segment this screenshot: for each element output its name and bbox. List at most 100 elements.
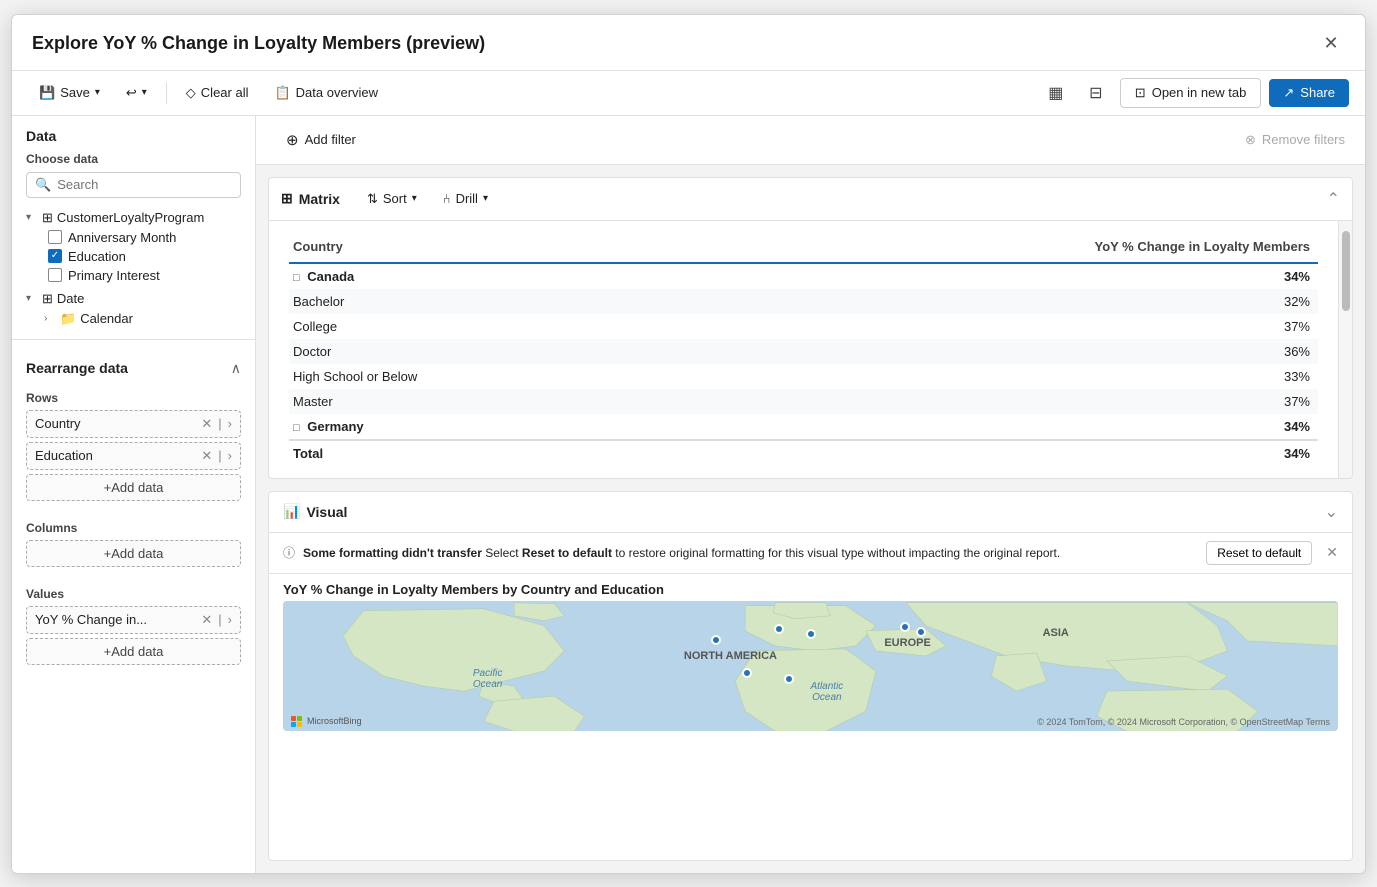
layout2-button[interactable]: ⊟ [1080,77,1112,109]
anniversary-month-item[interactable]: Anniversary Month [44,228,241,247]
tree-children: Anniversary Month Education Primary Inte… [26,228,241,285]
data-overview-label: Data overview [296,85,378,100]
table-row: Master 37% [289,389,1318,414]
map-dot-2 [774,624,784,634]
map-svg [283,601,1338,731]
germany-expand-icon[interactable]: □ [293,422,300,434]
bachelor-label: Bachelor [289,289,674,314]
collapse-matrix-icon[interactable]: ⌃ [1327,189,1340,209]
choose-data-title: Choose data [26,152,241,166]
tree-date[interactable]: ▾ ⊞ Date [26,289,241,309]
total-label: Total [289,440,674,466]
save-button[interactable]: 💾 Save ▾ [28,79,111,107]
notice-close-icon[interactable]: ✕ [1326,544,1338,561]
canada-value: 34% [674,263,1318,289]
undo-icon: ↩ [126,85,137,101]
collapse-icon[interactable]: ∧ [231,360,241,377]
primary-interest-item[interactable]: Primary Interest [44,266,241,285]
scroll-thumb[interactable] [1342,231,1350,311]
customer-loyalty-label: CustomerLoyaltyProgram [57,210,241,225]
values-add-data-button[interactable]: +Add data [26,638,241,665]
date-table-icon: ⊞ [42,291,53,307]
share-button[interactable]: ↗ Share [1269,79,1349,107]
share-icon: ↗ [1283,85,1294,101]
college-label: College [289,314,674,339]
open-new-tab-button[interactable]: ⊡ Open in new tab [1120,78,1262,108]
filter-bar: ⊕ Add filter ⊗ Remove filters [256,116,1365,165]
sort-icon: ⇅ [367,191,378,207]
visual-label: Visual [306,504,347,520]
map-dot-6 [742,668,752,678]
save-icon: 💾 [39,85,55,101]
education-item[interactable]: Education [44,247,241,266]
search-icon: 🔍 [35,177,51,193]
matrix-label: Matrix [299,191,340,207]
country-more-icon[interactable]: › [228,416,232,431]
search-input[interactable] [57,177,232,192]
education-checkbox[interactable] [48,249,62,263]
notice-bold2: Reset to default [522,546,612,560]
map-attribution: © 2024 TomTom, © 2024 Microsoft Corporat… [1037,717,1330,727]
formatting-notice: ⓘ Some formatting didn't transfer Select… [269,533,1352,574]
country-remove-icon[interactable]: ✕ [201,416,212,432]
undo-button[interactable]: ↩ ▾ [115,79,158,107]
sort-button[interactable]: ⇅ Sort ▾ [356,186,428,212]
map-dot-1 [711,635,721,645]
calendar-label: Calendar [80,311,241,326]
country-pill-actions: ✕ | › [201,416,232,432]
matrix-scroll-area: Country YoY % Change in Loyalty Members … [269,221,1352,478]
matrix-icon: ⊞ [281,190,293,207]
data-overview-button[interactable]: 📋 Data overview [263,79,389,107]
layout1-button[interactable]: ▦ [1040,77,1072,109]
education-remove-icon[interactable]: ✕ [201,448,212,464]
anniversary-checkbox[interactable] [48,230,62,244]
tree-customer-loyalty[interactable]: ▾ ⊞ CustomerLoyaltyProgram [26,208,241,228]
total-value: 34% [674,440,1318,466]
columns-add-data-button[interactable]: +Add data [26,540,241,567]
sort-chevron-icon: ▾ [412,193,417,204]
date-label: Date [57,291,241,306]
drill-button[interactable]: ⑃ Drill ▾ [432,186,499,211]
sq3 [291,722,296,727]
primary-interest-label: Primary Interest [68,268,160,283]
table-row: Doctor 36% [289,339,1318,364]
map-container: NORTH AMERICA EUROPE ASIA Pacific Ocean … [283,601,1338,731]
sq2 [297,716,302,721]
table-row-total: Total 34% [289,440,1318,466]
yoy-more-icon[interactable]: › [228,612,232,627]
education-more-icon[interactable]: › [228,448,232,463]
education-pill: Education ✕ | › [26,442,241,470]
add-filter-button[interactable]: ⊕ Add filter [276,126,366,154]
visual-collapse-icon[interactable]: ⌄ [1325,502,1338,522]
expand-icon[interactable]: □ [293,272,300,284]
matrix-panel: ⊞ Matrix ⇅ Sort ▾ ⑃ Drill ▾ [268,177,1353,479]
yoy-pill-actions: ✕ | › [201,612,232,628]
map-dot-5 [916,627,926,637]
folder-icon: 📁 [60,311,76,327]
explore-modal: Explore YoY % Change in Loyalty Members … [11,14,1366,874]
clear-button[interactable]: ◇ Clear all [175,79,260,107]
map-dot-4 [900,622,910,632]
toolbar-divider [166,82,167,104]
table-row: Bachelor 32% [289,289,1318,314]
rows-add-data-button[interactable]: +Add data [26,474,241,501]
bachelor-value: 32% [674,289,1318,314]
notice-end: to restore original formatting for this … [615,546,1060,560]
add-filter-label: Add filter [305,132,356,147]
matrix-scrollbar[interactable] [1338,221,1352,478]
bing-logo: MicrosoftBing [291,716,362,727]
master-label: Master [289,389,674,414]
bing-text: MicrosoftBing [307,716,362,726]
education-label: Education [68,249,126,264]
search-box[interactable]: 🔍 [26,172,241,198]
yoy-remove-icon[interactable]: ✕ [201,612,212,628]
highschool-value: 33% [674,364,1318,389]
visual-panel: 📊 Visual ⌄ ⓘ Some formatting didn't tran… [268,491,1353,861]
calendar-item[interactable]: › 📁 Calendar [44,309,241,329]
notice-text: Some formatting didn't transfer Select R… [303,546,1198,560]
primary-interest-checkbox[interactable] [48,268,62,282]
add-filter-icon: ⊕ [286,131,299,149]
reset-to-default-button[interactable]: Reset to default [1206,541,1312,565]
drill-label: Drill [456,191,478,206]
close-button[interactable]: ✕ [1317,29,1345,57]
